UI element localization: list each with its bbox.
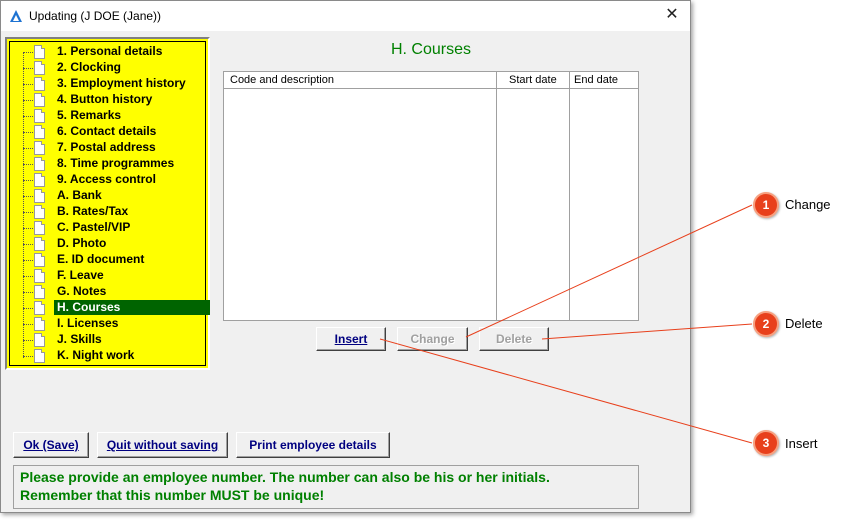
callout-label-change: Change	[785, 197, 831, 212]
callout-badge-2: 2	[753, 311, 779, 337]
callout-badge-3: 3	[753, 430, 779, 456]
callout-label-insert: Insert	[785, 436, 818, 451]
callout-badge-1: 1	[753, 192, 779, 218]
callout-lines	[379, 204, 753, 444]
callout-label-delete: Delete	[785, 316, 823, 331]
callout-line-change	[465, 204, 753, 338]
callout-line-insert	[379, 338, 753, 444]
callout-line-delete	[541, 323, 753, 340]
